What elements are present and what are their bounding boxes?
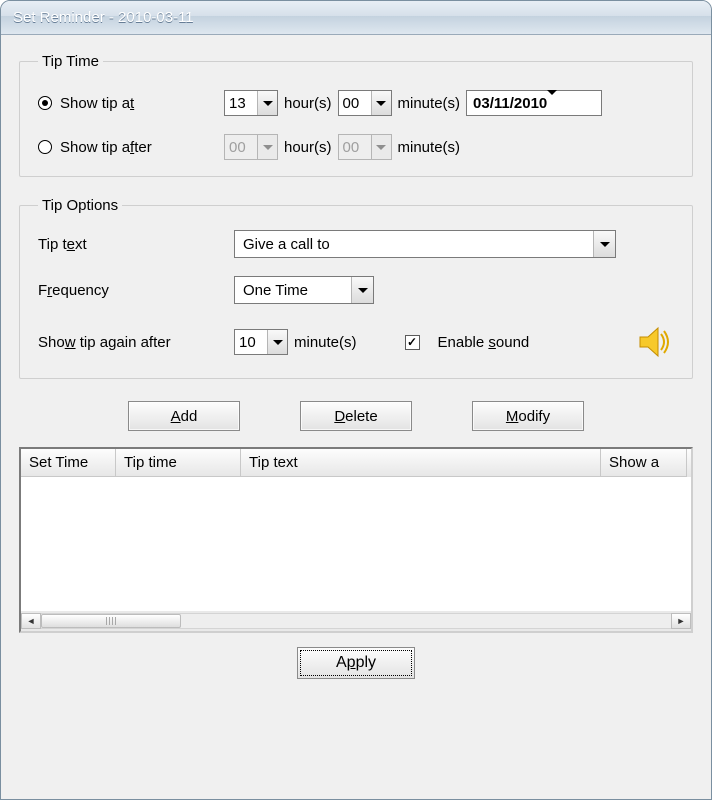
apply-button[interactable]: Apply [297, 647, 415, 679]
group-tip-options: Tip Options Tip text Give a call to Freq… [19, 197, 693, 379]
chevron-down-icon[interactable] [593, 231, 615, 257]
chevron-down-icon [371, 135, 391, 159]
tip-text-combo[interactable]: Give a call to [234, 230, 616, 258]
scroll-track[interactable] [41, 613, 671, 629]
scroll-thumb[interactable] [41, 614, 181, 628]
scroll-right-button[interactable]: ► [671, 613, 691, 629]
scroll-left-button[interactable]: ◄ [21, 613, 41, 629]
action-button-row: Add Delete Modify [19, 401, 693, 431]
grid-horizontal-scrollbar[interactable]: ◄ ► [21, 611, 691, 631]
reminders-grid[interactable]: Set TimeTip timeTip textShow a ◄ ► [19, 447, 693, 633]
chevron-down-icon[interactable] [257, 91, 277, 115]
checkbox-enable-sound[interactable] [405, 335, 420, 350]
show-again-minutes[interactable]: 10 [234, 329, 288, 355]
radio-show-tip-at-label: Show tip at [60, 95, 134, 112]
label-hours-2: hour(s) [284, 139, 332, 156]
grid-column-header[interactable]: Set Time [21, 449, 116, 477]
label-show-again: Show tip again after [38, 334, 228, 351]
delete-button[interactable]: Delete [300, 401, 412, 431]
label-frequency: Frequency [38, 282, 228, 299]
show-after-minutes: 00 [338, 134, 392, 160]
chevron-down-icon[interactable] [267, 330, 287, 354]
legend-tip-options: Tip Options [38, 197, 122, 214]
grid-column-header[interactable]: Tip text [241, 449, 601, 477]
label-show-again-unit: minute(s) [294, 334, 357, 351]
radio-show-tip-at-wrap[interactable]: Show tip at [38, 95, 218, 112]
titlebar[interactable]: Set Reminder - 2010-03-11 [1, 1, 711, 35]
reminder-dialog: Set Reminder - 2010-03-11 Tip Time Show … [0, 0, 712, 800]
label-enable-sound: Enable sound [438, 334, 530, 351]
modify-button[interactable]: Modify [472, 401, 584, 431]
grid-body [21, 477, 691, 611]
radio-show-tip-after-wrap[interactable]: Show tip after [38, 139, 218, 156]
add-button[interactable]: Add [128, 401, 240, 431]
label-hours: hour(s) [284, 95, 332, 112]
show-at-hours[interactable]: 13 [224, 90, 278, 116]
client-area: Tip Time Show tip at 13 hour(s) 00 minut… [1, 35, 711, 799]
row-show-tip-at: Show tip at 13 hour(s) 00 minute(s) 03/1… [38, 90, 674, 116]
apply-row: Apply [19, 633, 693, 679]
show-at-date[interactable]: 03/11/2010 [466, 90, 602, 116]
radio-show-tip-after-label: Show tip after [60, 139, 152, 156]
radio-show-tip-after[interactable] [38, 140, 52, 154]
label-tip-text: Tip text [38, 236, 228, 253]
grid-column-header[interactable]: Tip time [116, 449, 241, 477]
show-at-minutes[interactable]: 00 [338, 90, 392, 116]
chevron-down-icon[interactable] [371, 91, 391, 115]
row-frequency: Frequency One Time [38, 276, 674, 304]
row-tip-text: Tip text Give a call to [38, 230, 674, 258]
row-show-again: Show tip again after 10 minute(s) Enable… [38, 322, 674, 362]
chevron-down-icon[interactable] [547, 95, 557, 112]
label-minutes-2: minute(s) [398, 139, 461, 156]
chevron-down-icon [257, 135, 277, 159]
radio-show-tip-at[interactable] [38, 96, 52, 110]
label-minutes: minute(s) [398, 95, 461, 112]
frequency-combo[interactable]: One Time [234, 276, 374, 304]
legend-tip-time: Tip Time [38, 53, 103, 70]
group-tip-time: Tip Time Show tip at 13 hour(s) 00 minut… [19, 53, 693, 177]
speaker-icon [634, 322, 674, 362]
chevron-down-icon[interactable] [351, 277, 373, 303]
window-title: Set Reminder - 2010-03-11 [13, 9, 194, 26]
show-after-hours: 00 [224, 134, 278, 160]
grid-header: Set TimeTip timeTip textShow a [21, 449, 691, 477]
row-show-tip-after: Show tip after 00 hour(s) 00 minute(s) [38, 134, 674, 160]
grid-column-header[interactable]: Show a [601, 449, 687, 477]
